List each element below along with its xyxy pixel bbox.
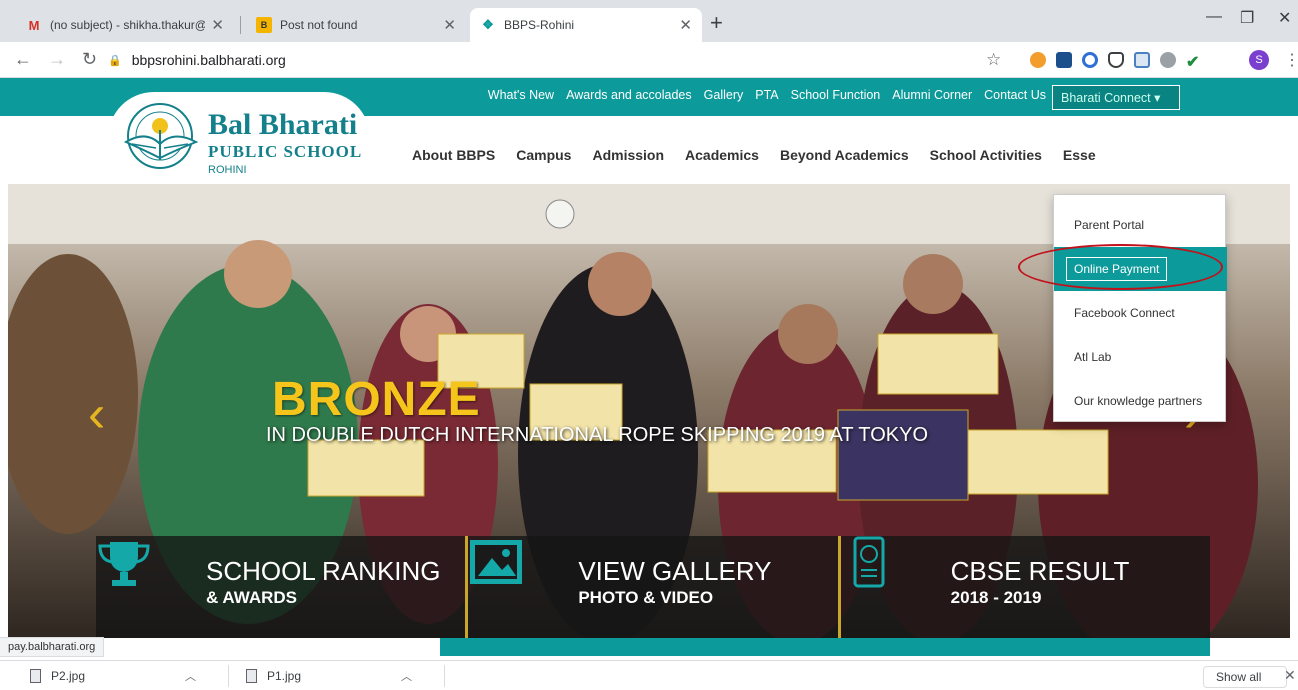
slider-prev-icon[interactable]: ‹ [88,384,105,444]
nav-essentials[interactable]: Esse [1063,147,1096,163]
stat-title: VIEW GALLERY [578,556,772,586]
download-item[interactable]: P1.jpg ︿ [246,668,412,684]
certificate-icon [853,536,885,588]
downloads-bar: P2.jpg ︿ P1.jpg ︿ Show all ✕ [0,660,1298,690]
website: What's New Awards and accolades Gallery … [0,78,1298,656]
nav-academics[interactable]: Academics [685,147,759,163]
gmail-icon: M [28,17,40,33]
status-url: pay.balbharati.org [0,637,105,657]
show-all-button[interactable]: Show all [1203,666,1287,688]
nav-admission[interactable]: Admission [592,147,664,163]
menu-item-parent-portal[interactable]: Parent Portal [1054,203,1227,247]
extension-icon[interactable] [1134,52,1150,68]
extension-icon[interactable] [1160,52,1176,68]
top-nav-awards[interactable]: Awards and accolades [566,88,692,102]
chevron-up-icon[interactable]: ︿ [401,668,412,684]
download-item[interactable]: P2.jpg ︿ [30,668,196,684]
menu-item-facebook-connect[interactable]: Facebook Connect [1054,291,1227,335]
highlight-annotation [1018,244,1223,290]
address-bar[interactable]: 🔒 bbpsrohini.balbharati.org [108,47,1008,73]
hero-subtitle: IN DOUBLE DUTCH INTERNATIONAL ROPE SKIPP… [266,424,929,446]
main-nav: About BBPS Campus Admission Academics Be… [412,147,1096,163]
download-divider [228,665,229,687]
profile-avatar[interactable]: S [1249,50,1269,70]
extension-icon[interactable] [1082,52,1098,68]
close-icon[interactable]: ✕ [443,16,456,34]
logo-name: Bal Bharati [208,108,358,141]
top-nav: What's New Awards and accolades Gallery … [488,88,1046,102]
browser-menu-icon[interactable]: ⋮ [1284,50,1298,70]
minimize-icon[interactable]: — [1206,8,1222,26]
school-emblem-icon [123,103,199,169]
download-filename: P1.jpg [267,669,302,683]
logo-city: ROHINI [208,164,247,176]
stat-title: CBSE RESULT [950,556,1130,586]
stat-cbse-result[interactable]: CBSE RESULT 2018 - 2019 [841,536,1210,638]
nav-school-activities[interactable]: School Activities [930,147,1042,163]
file-icon [30,669,41,683]
shield-icon[interactable] [1108,52,1124,68]
tab-divider [240,16,241,34]
close-icon[interactable]: ✕ [211,16,224,34]
stat-subtitle: & AWARDS [206,588,297,607]
tab-title: Post not found [280,18,358,32]
new-tab-button[interactable]: + [710,10,723,36]
extension-icon[interactable] [1030,52,1046,68]
site-icon: ❖ [482,17,494,32]
stat-school-ranking[interactable]: SCHOOL RANKING & AWARDS [96,536,469,638]
top-nav-school-function[interactable]: School Function [791,88,881,102]
chevron-up-icon[interactable]: ︿ [185,668,196,684]
top-nav-contact[interactable]: Contact Us [984,88,1046,102]
checkmark-icon[interactable]: ✔ [1186,52,1202,71]
download-divider [444,665,445,687]
file-icon [246,669,257,683]
window-close-icon[interactable]: ✕ [1278,8,1291,28]
menu-item-atl-lab[interactable]: Atl Lab [1054,335,1227,379]
top-nav-whats-new[interactable]: What's New [488,88,554,102]
top-nav-pta[interactable]: PTA [755,88,778,102]
back-icon[interactable]: ← [14,49,32,70]
tab-gmail[interactable]: M (no subject) - shikha.thakur@rh.b ✕ [16,8,234,42]
menu-item-label: Atl Lab [1074,350,1112,364]
stats-bar: SCHOOL RANKING & AWARDS VIEW GALLERY PHO… [96,536,1210,638]
picture-icon [470,540,523,584]
forward-icon[interactable]: → [48,49,66,70]
stat-title: SCHOOL RANKING [206,556,441,586]
tab-post-not-found[interactable]: B Post not found ✕ [246,8,466,42]
trophy-icon [98,542,150,586]
bharati-connect-button[interactable]: Bharati Connect ▾ [1052,85,1180,110]
menu-item-label: Our knowledge partners [1074,394,1203,408]
school-logo[interactable]: Bal Bharati PUBLIC SCHOOL ROHINI [108,92,370,188]
bookmark-star-icon[interactable]: ☆ [986,50,1001,70]
browser-toolbar: ← → ↻ 🔒 bbpsrohini.balbharati.org ☆ ✔ S … [0,42,1298,78]
tab-title: (no subject) - shikha.thakur@rh.b [50,18,205,32]
nav-beyond-academics[interactable]: Beyond Academics [780,147,909,163]
hero-title: BRONZE [272,373,481,426]
stat-view-gallery[interactable]: VIEW GALLERY PHOTO & VIDEO [468,536,841,638]
tab-title: BBPS-Rohini [504,18,575,32]
tab-bbps-rohini[interactable]: ❖ BBPS-Rohini ✕ [470,8,702,42]
lock-icon: 🔒 [108,54,122,67]
blogger-icon: B [256,17,272,33]
restore-icon[interactable]: ❐ [1240,8,1254,28]
stat-subtitle: PHOTO & VIDEO [578,588,714,607]
reload-icon[interactable]: ↻ [82,49,97,70]
close-icon[interactable]: ✕ [1284,667,1296,684]
nav-about[interactable]: About BBPS [412,147,495,163]
top-nav-alumni[interactable]: Alumni Corner [892,88,972,102]
menu-item-label: Facebook Connect [1074,306,1175,320]
teal-strip [440,638,1210,656]
nav-campus[interactable]: Campus [516,147,571,163]
address-url: bbpsrohini.balbharati.org [131,52,286,68]
download-filename: P2.jpg [51,669,86,683]
close-icon[interactable]: ✕ [679,16,692,34]
top-nav-gallery[interactable]: Gallery [704,88,744,102]
bharati-connect-dropdown: Parent Portal Online Payment Facebook Co… [1053,194,1227,423]
extension-icon[interactable] [1056,52,1072,68]
menu-item-knowledge-partners[interactable]: Our knowledge partners [1054,379,1227,423]
browser-tab-strip: M (no subject) - shikha.thakur@rh.b ✕ B … [0,0,1298,42]
stat-subtitle: 2018 - 2019 [950,588,1042,607]
menu-item-label: Parent Portal [1074,218,1145,232]
logo-subtitle: PUBLIC SCHOOL [208,142,363,161]
